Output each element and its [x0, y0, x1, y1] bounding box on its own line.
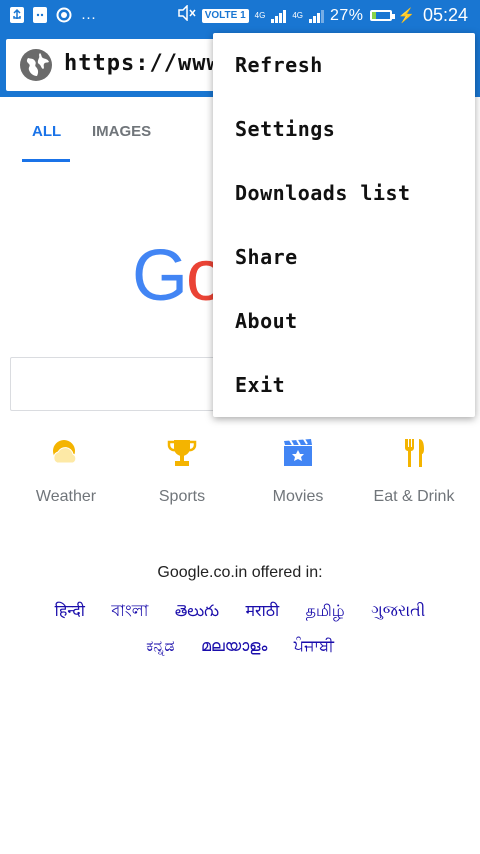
shortcut-sports[interactable]: Sports [127, 436, 237, 506]
movies-icon [281, 436, 315, 470]
network-type-1: 4G [254, 10, 266, 20]
language-link-telugu[interactable]: తెలుగు [175, 601, 219, 624]
shortcut-label: Weather [35, 488, 97, 505]
shortcut-eat-drink[interactable]: Eat & Drink [359, 436, 469, 506]
language-links-row-1: हिन्दी বাংলা తెలుగు मराठी தமிழ் ગુજરાતી [0, 598, 480, 625]
offered-in-label: Google.co.in offered in: [157, 564, 323, 581]
usb-icon [10, 7, 24, 27]
shortcut-label: Sports [158, 488, 206, 505]
menu-item-settings[interactable]: Settings [213, 97, 475, 161]
android-debug-icon [33, 7, 47, 27]
signal-strength-1-icon [271, 9, 287, 23]
shortcut-weather[interactable]: Weather [11, 436, 121, 506]
language-link-punjabi[interactable]: ਪੰਜਾਬੀ [294, 636, 334, 656]
menu-item-downloads-list[interactable]: Downloads list [213, 161, 475, 225]
menu-item-share[interactable]: Share [213, 225, 475, 289]
menu-item-exit[interactable]: Exit [213, 353, 475, 417]
charging-icon: ⚡ [397, 7, 415, 23]
menu-item-about[interactable]: About [213, 289, 475, 353]
tab-images[interactable]: IMAGES [92, 123, 151, 140]
shortcut-movies[interactable]: Movies [243, 436, 353, 506]
globe-icon [20, 49, 52, 81]
logo-letter-g: G [132, 236, 188, 316]
clock: 05:24 [422, 5, 468, 25]
battery-icon [369, 10, 395, 21]
trophy-icon [165, 436, 199, 470]
system-icons: VOLTE 1 4G 4G 27% ⚡ 05:24 [177, 4, 468, 26]
url-text[interactable]: https://www [64, 51, 224, 76]
language-link-hindi[interactable]: हिन्दी [55, 599, 85, 621]
google-logo: Go [132, 240, 226, 312]
shortcut-label: Eat & Drink [373, 488, 455, 505]
network-type-2: 4G [292, 10, 303, 20]
notification-icons: ··· [10, 7, 96, 27]
language-link-gujarati[interactable]: ગુજરાતી [371, 601, 425, 621]
more-notifications-icon: ··· [81, 8, 96, 26]
volte-badge: VOLTE 1 [201, 8, 249, 23]
weather-icon [49, 436, 83, 470]
signal-strength-2-icon [308, 9, 324, 23]
language-link-marathi[interactable]: मराठी [245, 599, 279, 621]
mute-icon [177, 4, 196, 26]
record-icon [56, 7, 72, 27]
tab-all[interactable]: ALL [32, 123, 61, 140]
active-tab-indicator [22, 159, 70, 162]
battery-fill [371, 12, 377, 19]
overflow-menu: Refresh Settings Downloads list Share Ab… [213, 33, 475, 417]
shortcut-label: Movies [272, 488, 324, 505]
language-link-bengali[interactable]: বাংলা [111, 598, 148, 625]
language-link-kannada[interactable]: ಕನ್ನಡ [146, 636, 174, 656]
battery-percent: 27% [329, 6, 364, 24]
menu-item-refresh[interactable]: Refresh [213, 33, 475, 97]
language-link-malayalam[interactable]: മലയാളം [201, 636, 267, 656]
shortcuts-row: Weather Sports Movies Eat & Drink [0, 436, 480, 516]
language-link-tamil[interactable]: தமிழ் [306, 601, 345, 622]
fork-knife-icon [397, 436, 431, 470]
status-bar: ··· VOLTE 1 4G 4G 27% ⚡ 05:24 [0, 0, 480, 33]
language-links-row-2: ಕನ್ನಡ മലയാളം ਪੰਜਾਬੀ [0, 636, 480, 656]
